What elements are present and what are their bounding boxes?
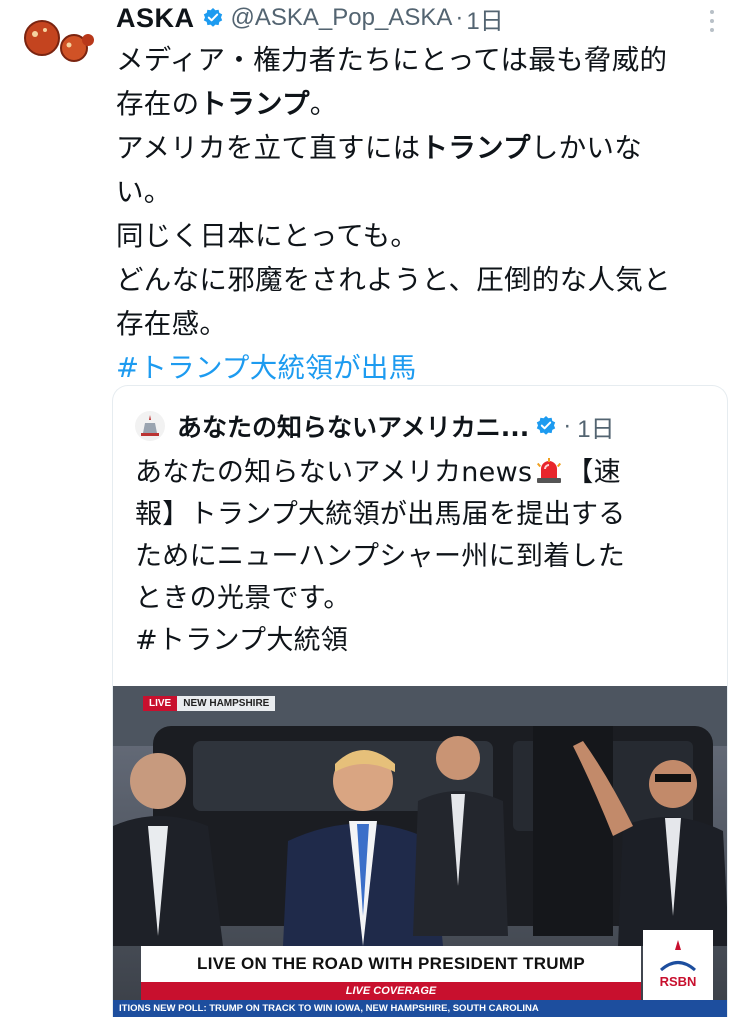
siren-emoji-icon: [534, 456, 564, 486]
video-thumbnail[interactable]: LIVE NEW HAMPSHIRE LIVE ON THE ROAD WITH…: [113, 686, 727, 1017]
news-ticker: ITIONS NEW POLL: TRUMP ON TRACK TO WIN I…: [113, 1000, 727, 1017]
network-logo-text: RSBN: [660, 974, 697, 989]
quoted-line: ためにニューハンプシャー州に到着した: [135, 541, 626, 572]
live-indicator: LIVE NEW HAMPSHIRE: [143, 696, 276, 711]
tweet-line: 同じく日本にとっても。: [116, 220, 419, 252]
live-label: LIVE: [143, 696, 178, 711]
quoted-line: あなたの知らないアメリカnews 【速: [135, 456, 621, 488]
verified-badge-icon: [202, 7, 224, 29]
more-options-icon[interactable]: [702, 10, 722, 32]
quoted-tweet-text: あなたの知らないアメリカnews 【速 報】トランプ大統領が出馬届を提出する ため…: [135, 452, 715, 662]
live-coverage-bar: LIVE COVERAGE: [141, 982, 641, 1000]
tweet-line: メディア・権力者たちにとっては最も脅威的: [116, 44, 668, 76]
author-name[interactable]: ASKA: [116, 3, 195, 34]
location-label: NEW HAMPSHIRE: [177, 696, 276, 711]
quoted-line: 報】トランプ大統領が出馬届を提出する: [135, 499, 626, 530]
tweet-line: い。: [116, 176, 172, 208]
quoted-account-avatar[interactable]: [135, 411, 165, 441]
verified-badge-icon: [535, 415, 557, 437]
quoted-line: ときの光景です。: [135, 583, 351, 614]
quoted-account-name[interactable]: あなたの知らないアメリカニ...: [177, 408, 529, 444]
quoted-hashtag[interactable]: #トランプ大統領: [135, 620, 715, 662]
tweet-line: 存在のトランプ。: [116, 88, 338, 120]
separator-dot: ·: [455, 4, 464, 31]
network-logo: RSBN: [643, 930, 713, 1000]
tweet-line: どんなに邪魔をされようと、圧倒的な人気と: [116, 264, 671, 296]
hashtag-link[interactable]: #トランプ大統領が出馬: [116, 346, 728, 390]
separator-dot: ·: [563, 412, 572, 439]
quoted-tweet-card[interactable]: あなたの知らないアメリカニ... · 1日 あなたの知らないアメリカnews 【速…: [112, 385, 728, 1017]
author-handle[interactable]: @ASKA_Pop_ASKA: [231, 4, 453, 32]
quoted-tweet-header: あなたの知らないアメリカニ... · 1日: [135, 408, 615, 444]
tweet-line: アメリカを立て直すにはトランプしかいな: [116, 132, 643, 164]
tweet-text: メディア・権力者たちにとっては最も脅威的 存在のトランプ。 アメリカを立て直すに…: [116, 38, 728, 390]
avatar[interactable]: [18, 10, 98, 68]
tweet-line: 存在感。: [116, 308, 228, 340]
tweet-header: ASKA @ASKA_Pop_ASKA · 1日: [116, 0, 504, 36]
tweet-timestamp[interactable]: 1日: [466, 1, 503, 36]
quoted-timestamp[interactable]: 1日: [577, 409, 614, 444]
lower-third-banner: LIVE ON THE ROAD WITH PRESIDENT TRUMP: [141, 946, 641, 982]
